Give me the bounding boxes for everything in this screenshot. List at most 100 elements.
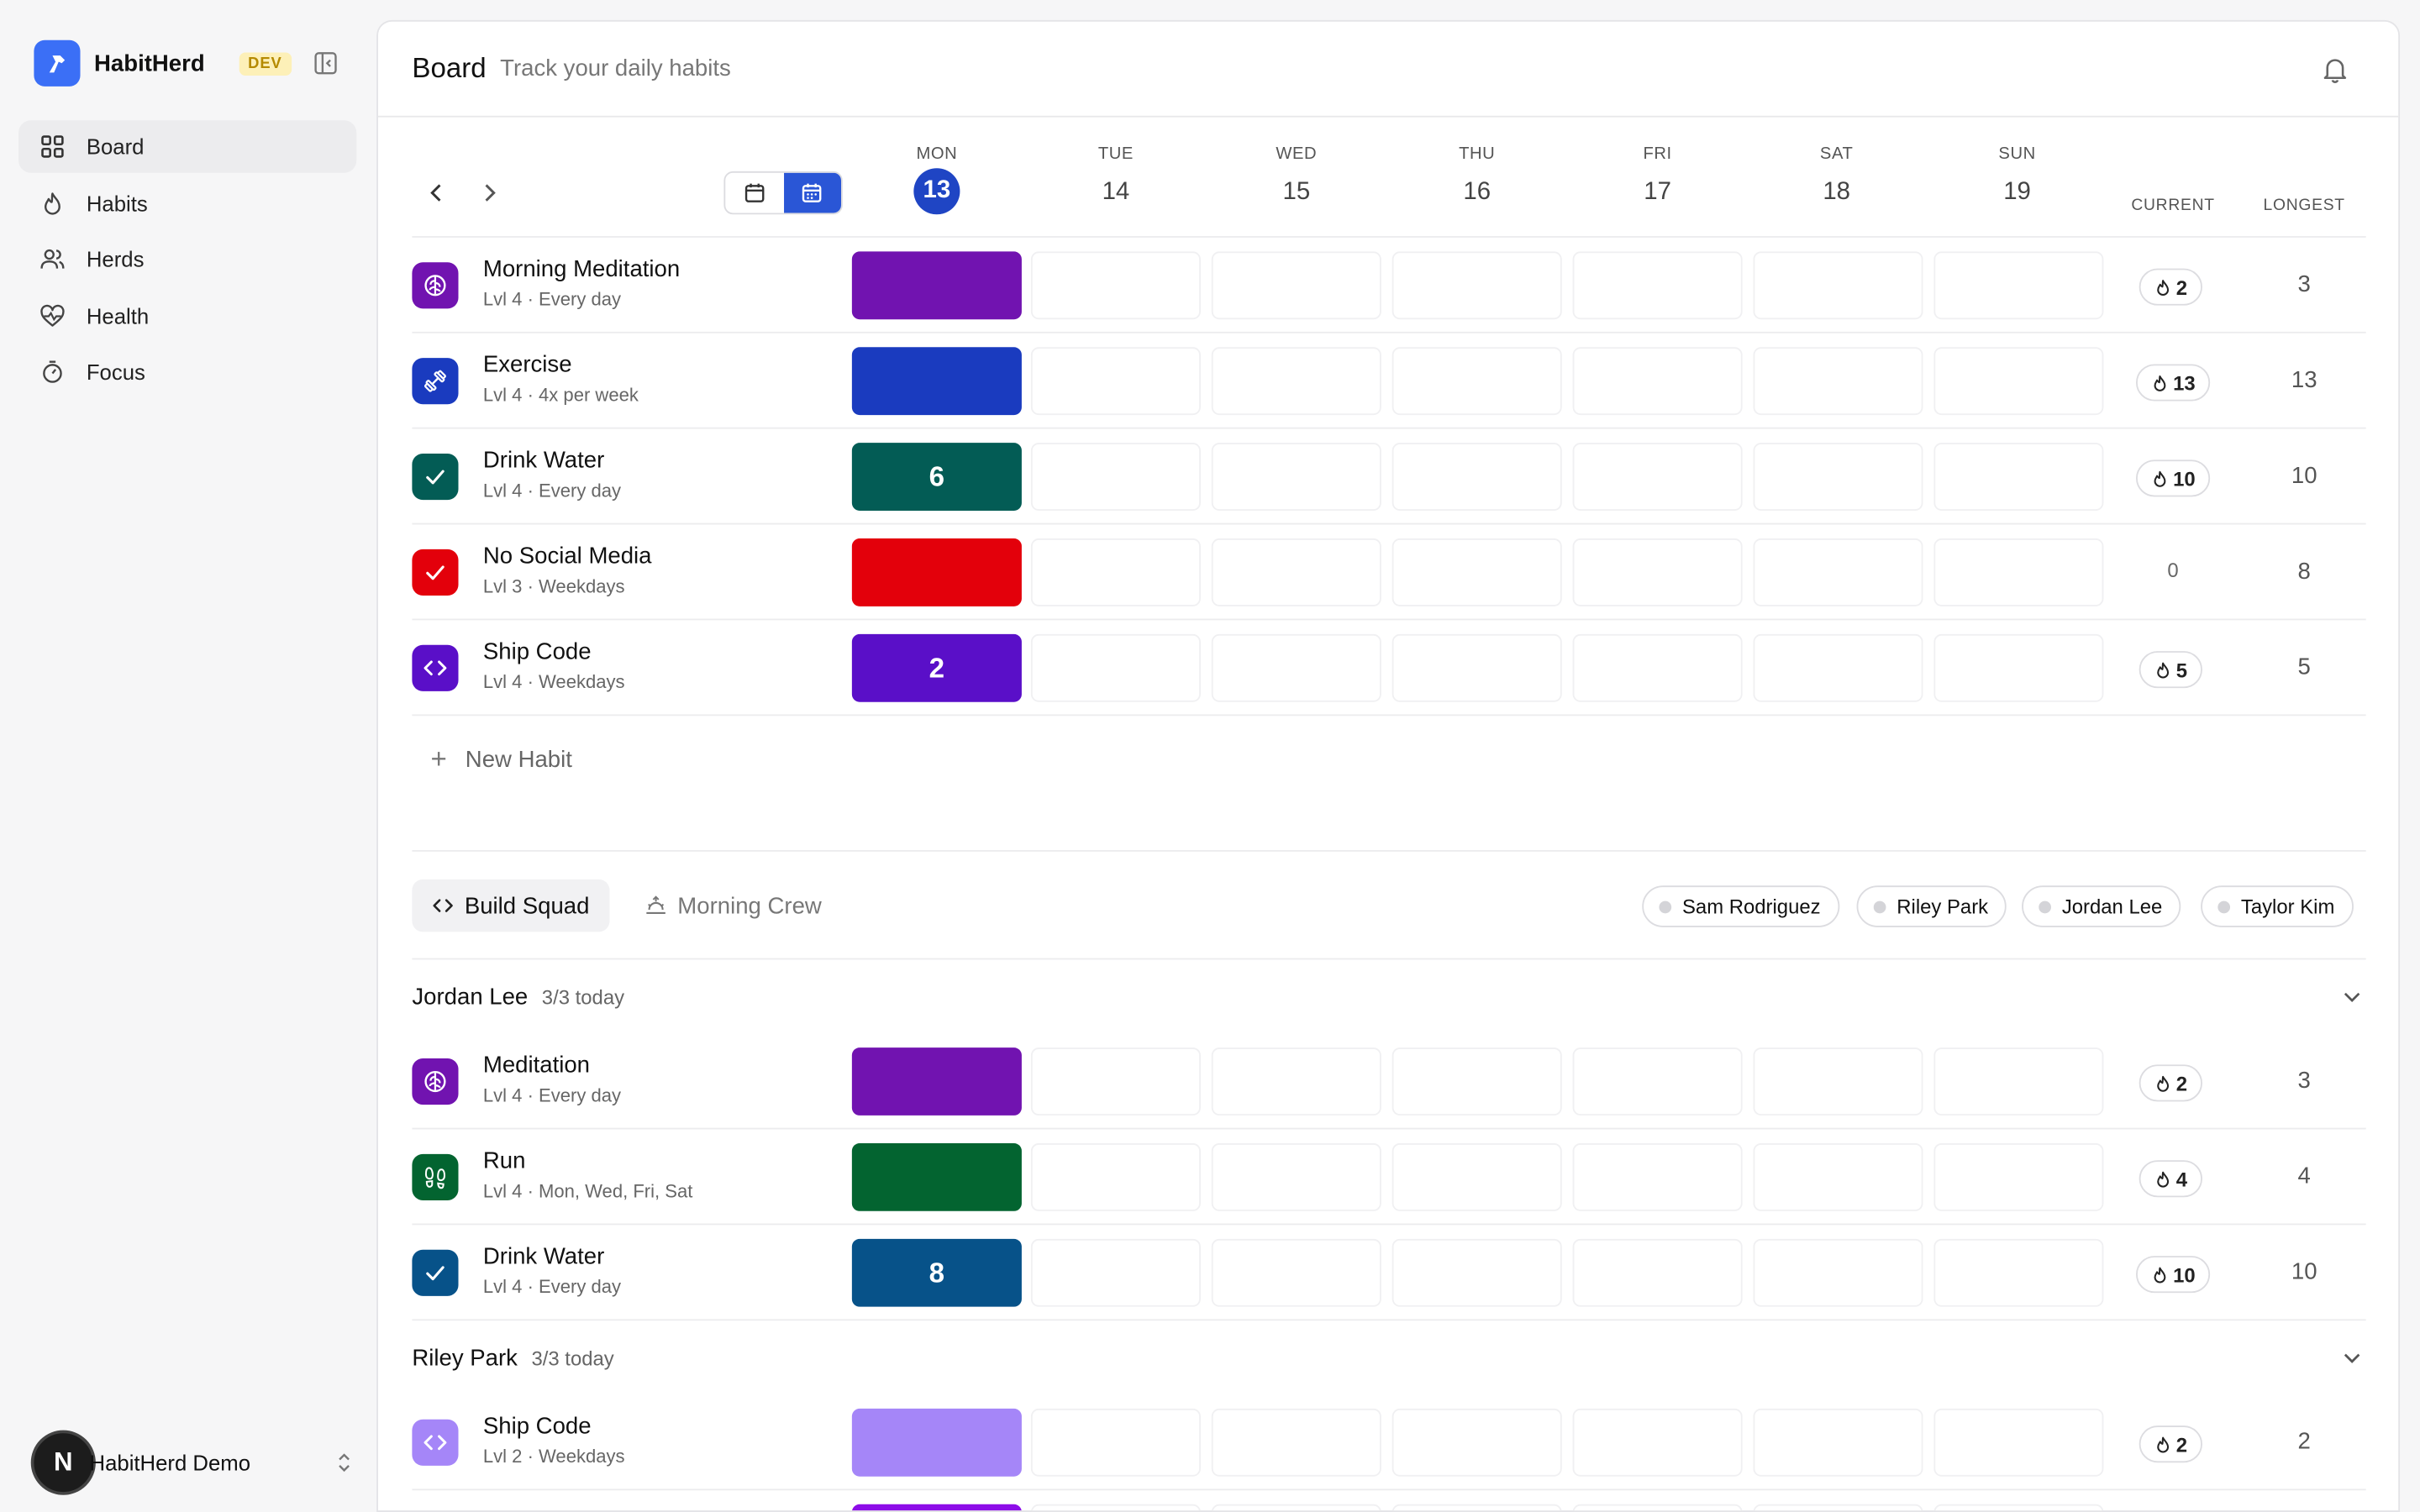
habit-cell-today[interactable]: 6 <box>851 443 1022 511</box>
habit-cell[interactable] <box>1211 1238 1381 1307</box>
habit-cell[interactable] <box>1211 633 1381 702</box>
habit-cell[interactable] <box>1933 1504 2104 1511</box>
habit-name[interactable]: Ship Code <box>483 638 592 664</box>
member-filter-chip[interactable]: Taylor Kim <box>2201 885 2354 927</box>
habit-cell-today[interactable] <box>851 1142 1022 1211</box>
habit-cell[interactable] <box>1030 1238 1201 1307</box>
habit-icon-tile[interactable] <box>412 1153 459 1200</box>
habit-cell[interactable] <box>1572 1142 1743 1211</box>
member-filter-chip[interactable]: Sam Rodriguez <box>1642 885 1839 927</box>
day-column-fri[interactable]: FRI 17 <box>1573 145 1743 215</box>
habit-cell[interactable] <box>1211 538 1381 606</box>
member-filter-chip[interactable]: Jordan Lee <box>2022 885 2181 927</box>
habit-cell[interactable] <box>1392 443 1562 511</box>
habit-cell[interactable] <box>1753 538 1923 606</box>
bell-icon[interactable] <box>2321 55 2349 83</box>
habit-cell[interactable] <box>1030 1047 1201 1116</box>
habit-cell[interactable] <box>1572 538 1743 606</box>
habit-name[interactable]: Drink Water <box>483 1243 604 1269</box>
squad-tab-build-squad[interactable]: Build Squad <box>412 879 610 932</box>
habit-cell[interactable] <box>1392 633 1562 702</box>
habit-cell[interactable] <box>1030 538 1201 606</box>
habit-cell[interactable] <box>1392 538 1562 606</box>
habit-cell[interactable] <box>1392 1142 1562 1211</box>
habit-cell[interactable] <box>1392 1238 1562 1307</box>
chevron-left-icon[interactable] <box>426 182 448 204</box>
habit-icon-tile[interactable] <box>412 1249 459 1296</box>
app-logo-icon[interactable] <box>34 39 81 87</box>
habit-cell[interactable] <box>1211 1142 1381 1211</box>
day-column-sat[interactable]: SAT 18 <box>1752 145 1922 215</box>
habit-cell[interactable] <box>1753 1047 1923 1116</box>
sidebar-item-health[interactable]: Health <box>18 289 356 341</box>
day-view-button[interactable] <box>725 173 783 213</box>
habit-icon-tile[interactable] <box>412 644 459 691</box>
habit-cell[interactable] <box>1933 443 2104 511</box>
new-habit-button[interactable]: + New Habit <box>412 716 2365 802</box>
day-column-tue[interactable]: TUE 14 <box>1031 145 1201 215</box>
habit-cell[interactable] <box>1572 1238 1743 1307</box>
habit-name[interactable]: Ship Code <box>483 1413 592 1439</box>
habit-cell[interactable] <box>1211 1504 1381 1511</box>
habit-cell[interactable] <box>1392 347 1562 416</box>
habit-cell-today[interactable] <box>851 538 1022 606</box>
habit-cell[interactable] <box>1933 633 2104 702</box>
week-view-button[interactable] <box>783 172 842 213</box>
habit-name[interactable]: Morning Meditation <box>483 256 680 282</box>
habit-cell[interactable] <box>1753 633 1923 702</box>
habit-cell[interactable] <box>1753 1504 1923 1511</box>
habit-cell[interactable] <box>1211 1408 1381 1477</box>
chevron-up-down-icon[interactable] <box>334 1452 355 1473</box>
habit-name[interactable]: Meditation <box>483 1509 590 1510</box>
habit-name[interactable]: Run <box>483 1148 526 1174</box>
habit-name[interactable]: No Social Media <box>483 543 652 570</box>
member-filter-chip[interactable]: Riley Park <box>1856 885 2007 927</box>
chevron-down-icon[interactable] <box>2341 986 2363 1008</box>
chevron-down-icon[interactable] <box>2341 1347 2363 1368</box>
sidebar-collapse-icon[interactable] <box>313 51 337 76</box>
habit-cell[interactable] <box>1572 1047 1743 1116</box>
chevron-right-icon[interactable] <box>478 182 500 204</box>
sidebar-item-focus[interactable]: Focus <box>18 345 356 397</box>
habit-name[interactable]: Exercise <box>483 352 572 378</box>
habit-cell[interactable] <box>1753 1238 1923 1307</box>
habit-cell[interactable] <box>1753 251 1923 320</box>
member-group-header[interactable]: Riley Park 3/3 today <box>412 1320 2365 1394</box>
habit-cell[interactable] <box>1030 251 1201 320</box>
habit-cell[interactable] <box>1572 1504 1743 1511</box>
habit-cell[interactable] <box>1030 443 1201 511</box>
habit-cell[interactable] <box>1030 1142 1201 1211</box>
habit-cell[interactable] <box>1392 1504 1562 1511</box>
day-column-sun[interactable]: SUN 19 <box>1933 145 2102 215</box>
member-group-header[interactable]: Jordan Lee 3/3 today <box>412 959 2365 1033</box>
avatar[interactable]: N <box>30 1430 96 1495</box>
habit-cell[interactable] <box>1030 1408 1201 1477</box>
habit-cell[interactable] <box>1211 1047 1381 1116</box>
habit-cell[interactable] <box>1392 1408 1562 1477</box>
user-menu[interactable]: N HabitHerd Demo <box>30 1416 355 1509</box>
habit-cell[interactable] <box>1933 251 2104 320</box>
habit-cell[interactable] <box>1211 251 1381 320</box>
habit-cell[interactable] <box>1933 347 2104 416</box>
habit-cell[interactable] <box>1572 633 1743 702</box>
day-column-thu[interactable]: THU 16 <box>1392 145 1562 215</box>
habit-cell[interactable] <box>1933 1047 2104 1116</box>
day-column-wed[interactable]: WED 15 <box>1212 145 1381 215</box>
habit-cell-today[interactable] <box>851 1504 1022 1511</box>
habit-cell[interactable] <box>1933 1408 2104 1477</box>
habit-cell[interactable] <box>1030 347 1201 416</box>
habit-icon-tile[interactable] <box>412 1419 459 1466</box>
habit-cell[interactable] <box>1753 1408 1923 1477</box>
habit-cell[interactable] <box>1392 1047 1562 1116</box>
habit-icon-tile[interactable] <box>412 1058 459 1105</box>
habit-icon-tile[interactable] <box>412 358 459 405</box>
habit-cell[interactable] <box>1211 347 1381 416</box>
habit-cell[interactable] <box>1392 251 1562 320</box>
habit-cell[interactable] <box>1753 1142 1923 1211</box>
habit-cell[interactable] <box>1572 1408 1743 1477</box>
habit-name[interactable]: Drink Water <box>483 448 604 474</box>
habit-cell-today[interactable] <box>851 347 1022 416</box>
habit-icon-tile[interactable] <box>412 453 459 501</box>
sidebar-item-board[interactable]: Board <box>18 120 357 173</box>
habit-cell[interactable] <box>1753 443 1923 511</box>
